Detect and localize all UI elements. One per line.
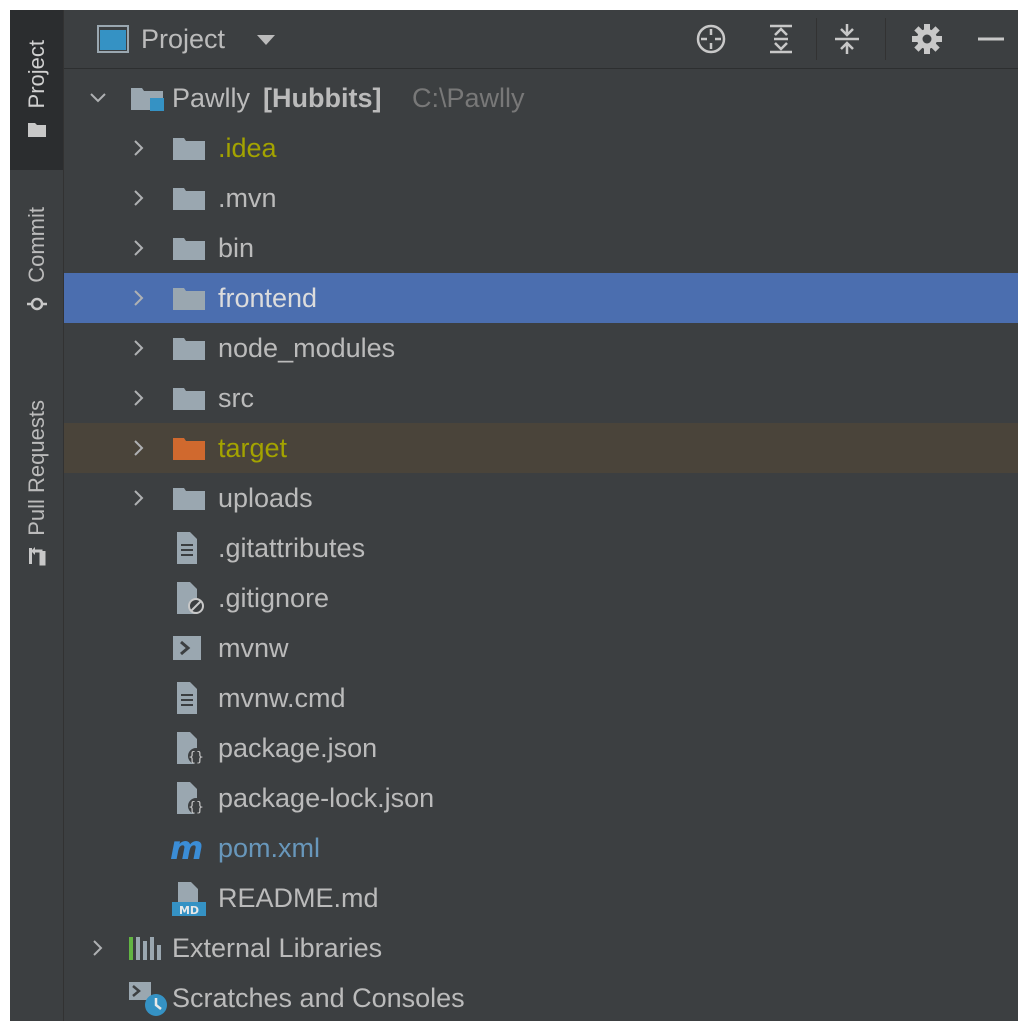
chevron-right-icon[interactable] [130, 189, 148, 207]
chevron-right-icon[interactable] [130, 389, 148, 407]
project-tool-label: Project [23, 39, 49, 109]
folder-row-node-modules[interactable]: node_modules [64, 323, 1018, 373]
folder-row-frontend[interactable]: frontend [64, 273, 1018, 323]
folder-icon [173, 138, 205, 160]
scratches-label: Scratches and Consoles [172, 983, 465, 1013]
json-file-icon: {} [177, 732, 204, 765]
file-row-gitignore[interactable]: .gitignore [64, 573, 1018, 623]
folder-icon [173, 388, 205, 410]
file-row-mvnw-cmd[interactable]: mvnw.cmd [64, 673, 1018, 723]
external-libraries-label: External Libraries [172, 933, 383, 963]
toolbar-separator [816, 18, 817, 60]
library-icon [129, 937, 161, 960]
module-folder-icon [131, 88, 164, 111]
project-header: Project [64, 10, 1018, 69]
file-label: package-lock.json [218, 783, 435, 813]
folder-row-idea[interactable]: .idea [64, 123, 1018, 173]
svg-text:{}: {} [188, 800, 204, 815]
chevron-right-icon[interactable] [130, 489, 148, 507]
folder-row-uploads[interactable]: uploads [64, 473, 1018, 523]
root-module: [Hubbits] [263, 73, 381, 123]
file-row-package-json[interactable]: {} package.json [64, 723, 1018, 773]
tree-root-row[interactable]: Pawlly [Hubbits] C:\Pawlly [64, 73, 1018, 123]
expand-all-icon[interactable] [764, 22, 798, 56]
folder-label: .idea [218, 133, 277, 163]
folder-label: node_modules [218, 333, 396, 363]
svg-text:{}: {} [188, 750, 204, 765]
file-label: .gitattributes [218, 533, 366, 563]
folder-icon [173, 338, 205, 360]
project-tool-button[interactable]: Project [10, 10, 63, 170]
shell-script-icon [173, 636, 201, 660]
ide-window: Project Commit Pull Requests Project Paw… [10, 10, 1018, 1021]
pull-request-icon [28, 547, 45, 566]
pull-requests-tool-label: Pull Requests [23, 399, 49, 536]
file-row-readme-md[interactable]: MD README.md [64, 873, 1018, 923]
folder-icon [173, 488, 205, 510]
chevron-right-icon[interactable] [130, 439, 148, 457]
collapse-all-icon[interactable] [830, 22, 864, 56]
file-row-gitattributes[interactable]: .gitattributes [64, 523, 1018, 573]
folder-label: frontend [218, 283, 318, 313]
chevron-right-icon[interactable] [130, 289, 148, 307]
file-label: .gitignore [218, 583, 330, 613]
pull-requests-tool-button[interactable]: Pull Requests [10, 376, 63, 591]
root-path: C:\Pawlly [412, 83, 525, 113]
folder-label: src [218, 383, 254, 413]
svg-text:m: m [170, 833, 203, 863]
file-row-package-lock-json[interactable]: {} package-lock.json [64, 773, 1018, 823]
commit-icon [26, 297, 47, 311]
file-row-mvnw[interactable]: mvnw [64, 623, 1018, 673]
folder-label: bin [218, 233, 255, 263]
folder-icon [27, 123, 46, 138]
minimize-icon[interactable] [974, 22, 1008, 56]
ignored-file-icon [177, 582, 204, 614]
file-label: mvnw.cmd [218, 683, 346, 713]
toolbar-separator [885, 18, 886, 60]
commit-tool-button[interactable]: Commit [10, 186, 63, 336]
folder-icon [173, 188, 205, 210]
scratches-row[interactable]: Scratches and Consoles [64, 973, 1018, 1021]
external-libraries-row[interactable]: External Libraries [64, 923, 1018, 973]
markdown-file-icon: MD [172, 882, 206, 917]
folder-label: .mvn [218, 183, 277, 213]
folder-row-mvn[interactable]: .mvn [64, 173, 1018, 223]
settings-icon[interactable] [910, 22, 944, 56]
chevron-right-icon[interactable] [130, 139, 148, 157]
folder-row-target[interactable]: target [64, 423, 1018, 473]
file-label: mvnw [218, 633, 289, 663]
chevron-right-icon[interactable] [130, 339, 148, 357]
chevron-right-icon[interactable] [89, 939, 107, 957]
folder-row-bin[interactable]: bin [64, 223, 1018, 273]
file-label: pom.xml [218, 833, 321, 863]
root-module-name: [Hubbits] [263, 83, 382, 113]
maven-icon: m [170, 833, 203, 863]
folder-row-src[interactable]: src [64, 373, 1018, 423]
chevron-right-icon[interactable] [130, 239, 148, 257]
tool-window-stripe: Project Commit Pull Requests [10, 10, 64, 1021]
project-view-icon [97, 25, 129, 53]
text-file-icon [177, 532, 197, 564]
svg-text:MD: MD [179, 904, 199, 917]
text-file-icon [177, 682, 197, 714]
view-selector[interactable]: Project [97, 19, 277, 59]
folder-icon [173, 238, 205, 260]
folder-icon [173, 288, 205, 310]
json-file-icon: {} [177, 782, 204, 815]
chevron-down-icon[interactable] [89, 89, 107, 107]
root-name: Pawlly [172, 83, 251, 113]
excluded-folder-icon [173, 438, 205, 460]
file-label: README.md [218, 883, 379, 913]
commit-tool-label: Commit [23, 207, 49, 283]
file-label: package.json [218, 733, 378, 763]
view-selector-label: Project [141, 23, 226, 54]
project-tree: Pawlly [Hubbits] C:\Pawlly .idea .mvn bi… [64, 69, 1018, 1021]
file-row-pom-xml[interactable]: m pom.xml [64, 823, 1018, 873]
locate-icon[interactable] [694, 22, 728, 56]
folder-label: target [218, 433, 288, 463]
chevron-down-icon [257, 35, 276, 45]
scratches-icon [129, 982, 167, 1016]
folder-label: uploads [218, 483, 313, 513]
